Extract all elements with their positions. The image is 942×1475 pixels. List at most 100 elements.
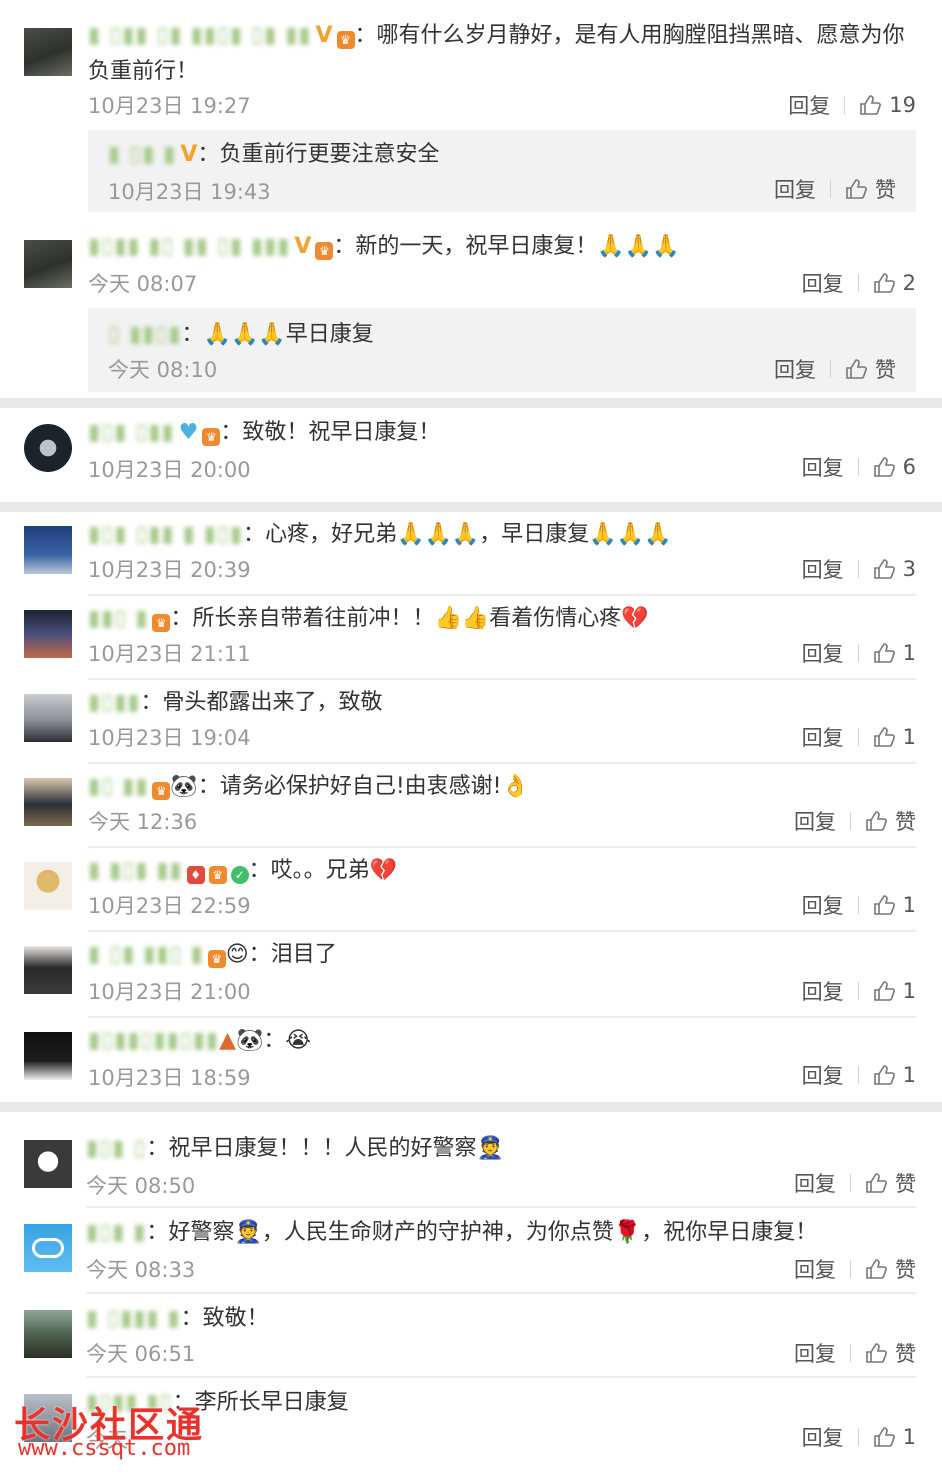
like-count[interactable]: 1 [903,641,916,665]
username[interactable]: ▮▮▯ ▮ [88,606,148,631]
like-count[interactable]: 1 [903,893,916,917]
username[interactable]: ▮▯▮ ▯ [86,1136,146,1161]
reply-button[interactable]: 回复 [802,1060,844,1090]
username[interactable]: ▮ ▯▮▮▮ ▮ [86,1306,181,1331]
comment-time: 今天 08:50 [86,1174,196,1198]
separator-colon: ： [248,858,271,883]
avatar[interactable] [24,610,72,658]
reply-button[interactable]: 回复 [774,174,816,204]
username[interactable]: ▮▯▮ ▮ [86,1220,146,1245]
divider [830,360,831,378]
card-separator [0,502,942,512]
reply-button[interactable]: 回复 [794,806,836,836]
divider [844,96,846,114]
like-count[interactable]: 3 [903,557,916,581]
thumbs-up-icon[interactable] [873,559,895,579]
comment-time: 10月23日 19:27 [88,94,251,118]
comment-time: 今天 06:51 [86,1342,196,1366]
like-button[interactable]: 赞 [895,1338,916,1368]
reply-button[interactable]: 回复 [802,268,844,298]
avatar[interactable] [24,240,72,288]
reply-username[interactable]: ▮ ▯▮ ▮ [108,142,176,167]
comment-actions: 回复 1 [802,890,916,920]
reply-button[interactable]: 回复 [802,452,844,482]
red-badge-icon: ♦ [186,866,205,884]
username[interactable]: ▮ ▯▮▮ ▯▮ ▮▮▯▮ ▯▮ ▮▮ [88,23,311,48]
like-count[interactable]: 1 [903,725,916,749]
comment-actions: 回复 赞 [794,1254,916,1284]
card-separator [0,398,942,408]
gold-member-icon: ♛ [152,782,171,800]
avatar[interactable] [24,1310,72,1358]
like-button[interactable]: 赞 [875,174,896,204]
reply-button[interactable]: 回复 [794,1168,836,1198]
verified-v-icon: V [294,234,312,259]
like-count[interactable]: 2 [903,271,916,295]
reply-button[interactable]: 回复 [802,554,844,584]
username[interactable]: ▮▯▮▮ [88,690,140,715]
reply-button[interactable]: 回复 [794,1254,836,1284]
divider [857,896,859,914]
avatar[interactable] [24,862,72,910]
reply-button[interactable]: 回复 [802,1422,844,1452]
thumbs-up-icon[interactable] [873,895,895,915]
thumbs-up-icon[interactable] [865,1343,887,1363]
gold-member-icon: ♛ [207,950,226,968]
row-divider [88,846,916,848]
like-count[interactable]: 1 [903,1063,916,1087]
avatar[interactable] [24,946,72,994]
row-divider [88,762,916,764]
avatar[interactable] [24,694,72,742]
thumbs-up-icon[interactable] [845,179,867,199]
reply-button[interactable]: 回复 [774,354,816,384]
avatar[interactable] [24,526,72,574]
thumbs-up-icon[interactable] [873,457,895,477]
thumbs-up-icon[interactable] [859,95,882,115]
like-count[interactable]: 1 [903,1425,916,1449]
username[interactable]: ▮▯▮▮▯▮▮▯▮▮ [88,1028,219,1053]
reply-button[interactable]: 回复 [802,976,844,1006]
thumbs-up-icon[interactable] [865,811,887,831]
avatar[interactable] [24,424,72,472]
comment-text: 泪目了 [270,942,337,967]
reply-button[interactable]: 回复 [802,722,844,752]
like-button[interactable]: 赞 [895,1254,916,1284]
reply-button[interactable]: 回复 [802,638,844,668]
gold-member-icon: ♛ [315,242,334,260]
username[interactable]: ▮▯ ▮▮ [88,774,148,799]
reply-button[interactable]: 回复 [794,1338,836,1368]
username[interactable]: ▮▯▮ ▯▮▮ [88,420,175,445]
username[interactable]: ▮ ▮▯▮ ▮▮ [88,858,183,883]
username[interactable]: ▮▯▮▮ ▮▯ ▮▮ ▯▮ ▮▮▮ [88,234,290,259]
separator-colon: ： [197,774,220,799]
comment-actions: 回复 3 [802,554,916,584]
thumbs-up-icon[interactable] [873,273,895,293]
comment-line: ▮▯ ▮▮ ♛ 🐼：请务必保护好自己!由衷感谢!👌 [88,772,916,802]
like-button[interactable]: 赞 [895,1168,916,1198]
avatar[interactable] [24,28,72,76]
thumbs-up-icon[interactable] [865,1259,887,1279]
like-button[interactable]: 赞 [895,806,916,836]
thumbs-up-icon[interactable] [845,359,867,379]
like-count[interactable]: 6 [903,455,916,479]
thumbs-up-icon[interactable] [873,727,895,747]
avatar[interactable] [24,778,72,826]
username[interactable]: ▮▯▮ ▯▮▮ ▮ ▮▯▮ [88,522,243,547]
avatar[interactable] [24,1140,72,1188]
thumbs-up-icon[interactable] [873,1427,895,1447]
thumbs-up-icon[interactable] [873,643,895,663]
separator-colon: ： [146,1220,169,1245]
thumbs-up-icon[interactable] [873,981,895,1001]
avatar[interactable] [24,1032,72,1080]
comment-time: 10月23日 20:39 [88,558,251,582]
thumbs-up-icon[interactable] [865,1173,887,1193]
avatar[interactable] [24,1224,72,1272]
username[interactable]: ▮ ▯▮ ▮▮▯ ▮ [88,942,204,967]
reply-button[interactable]: 回复 [788,90,830,120]
like-count[interactable]: 19 [889,93,916,117]
reply-username[interactable]: ▯ ▮▮▯▮ [108,322,182,347]
thumbs-up-icon[interactable] [873,1065,895,1085]
like-button[interactable]: 赞 [875,354,896,384]
reply-button[interactable]: 回复 [802,890,844,920]
like-count[interactable]: 1 [903,979,916,1003]
